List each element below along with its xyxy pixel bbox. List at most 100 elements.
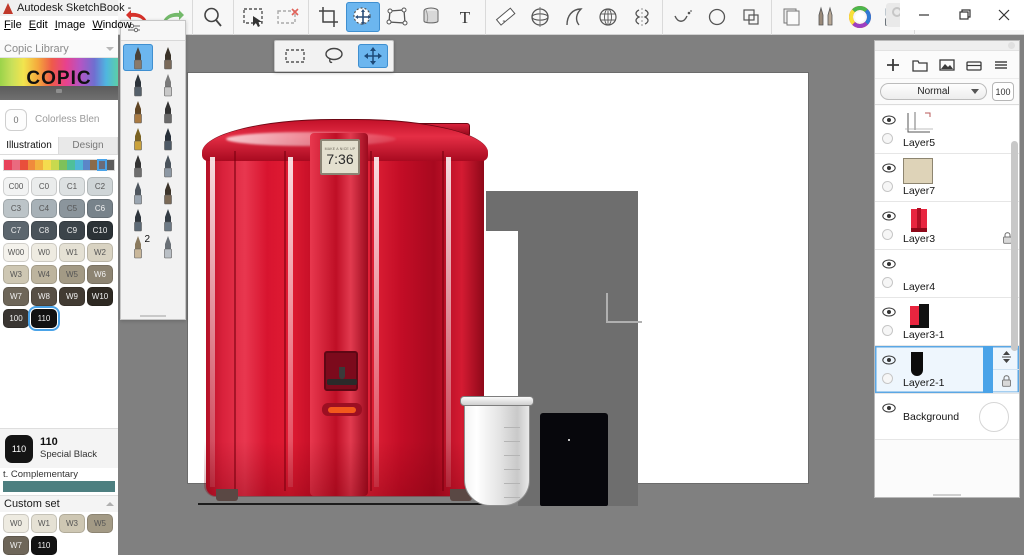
layer-select-radio[interactable] bbox=[882, 325, 893, 336]
custom-swatch-110[interactable]: 110 bbox=[31, 536, 57, 555]
perspective-grid-icon[interactable] bbox=[591, 2, 625, 32]
copic-swatch-c4[interactable]: C4 bbox=[31, 199, 57, 218]
layer-select-radio[interactable] bbox=[882, 229, 893, 240]
colorless-blender-chip[interactable]: 0 bbox=[5, 108, 27, 131]
layer-row-layer7[interactable]: Layer7 bbox=[875, 154, 1019, 202]
maximize-button[interactable] bbox=[944, 0, 984, 30]
tab-design[interactable]: Design bbox=[59, 137, 118, 154]
copic-swatch-c3[interactable]: C3 bbox=[3, 199, 29, 218]
layer-visibility-icon[interactable] bbox=[882, 304, 896, 317]
blend-mode-select[interactable]: Normal bbox=[880, 83, 987, 100]
copic-swatch-110[interactable]: 110 bbox=[28, 306, 60, 331]
layer-select-radio[interactable] bbox=[882, 181, 893, 192]
layer-row-layer4[interactable]: Layer4 bbox=[875, 250, 1019, 298]
spectrum-cell-2[interactable] bbox=[19, 160, 28, 170]
layer-thumbnail-wrap[interactable] bbox=[903, 110, 935, 138]
crop-tool-icon[interactable] bbox=[312, 2, 346, 32]
brush-hard-eraser-brush[interactable] bbox=[123, 152, 153, 179]
copic-swatch-w4[interactable]: W4 bbox=[31, 265, 57, 284]
copic-swatch-w6[interactable]: W6 bbox=[87, 265, 113, 284]
opacity-value[interactable]: 100 bbox=[992, 82, 1014, 101]
artwork-canvas[interactable]: MAKE A NICE UP 7:36 bbox=[188, 73, 808, 506]
copic-swatch-c7[interactable]: C7 bbox=[3, 221, 29, 240]
brush-flat-paint-brush[interactable] bbox=[123, 125, 153, 152]
ellipse-shape-icon[interactable] bbox=[700, 2, 734, 32]
brush-palette-icon[interactable] bbox=[809, 2, 843, 32]
symmetry-icon[interactable] bbox=[625, 2, 659, 32]
close-button[interactable] bbox=[984, 0, 1024, 30]
lasso-select-icon[interactable] bbox=[319, 44, 349, 68]
copic-swatch-w00[interactable]: W00 bbox=[3, 243, 29, 262]
layers-panel-collapse-icon[interactable] bbox=[1008, 42, 1015, 49]
brush-fan-brush[interactable] bbox=[153, 98, 183, 125]
copic-swatch-w5[interactable]: W5 bbox=[59, 265, 85, 284]
layer-thumbnail-wrap[interactable] bbox=[903, 254, 935, 282]
copic-swatch-w9[interactable]: W9 bbox=[59, 287, 85, 306]
brush-pencil-brush[interactable] bbox=[123, 44, 153, 71]
spectrum-cell-0[interactable] bbox=[4, 160, 12, 170]
layer-visibility-icon[interactable] bbox=[882, 256, 896, 269]
layer-visibility-icon[interactable] bbox=[882, 160, 896, 173]
copic-swatch-w2[interactable]: W2 bbox=[87, 243, 113, 262]
layer-thumbnail-wrap[interactable] bbox=[903, 158, 935, 186]
spectrum-cell-7[interactable] bbox=[59, 160, 67, 170]
brush-smudge-brush[interactable] bbox=[123, 206, 153, 233]
copic-swatch-c1[interactable]: C1 bbox=[59, 177, 85, 196]
spectrum-cell-13[interactable] bbox=[106, 160, 115, 170]
curve-stroke-icon[interactable] bbox=[666, 2, 700, 32]
rectangle-shape-icon[interactable] bbox=[734, 2, 768, 32]
layer-visibility-icon[interactable] bbox=[882, 208, 896, 221]
chevron-up-icon[interactable] bbox=[106, 502, 114, 506]
copic-swatch-c6[interactable]: C6 bbox=[87, 199, 113, 218]
layer-row-layer3-1[interactable]: Layer3-1 bbox=[875, 298, 1019, 346]
copic-swatch-c9[interactable]: C9 bbox=[59, 221, 85, 240]
spectrum-cell-8[interactable] bbox=[66, 160, 75, 170]
import-image-icon[interactable] bbox=[936, 55, 958, 75]
copic-swatch-100[interactable]: 100 bbox=[3, 309, 29, 328]
spectrum-cell-12[interactable] bbox=[97, 159, 108, 171]
scanner-icon[interactable] bbox=[963, 55, 985, 75]
layer-visibility-icon[interactable] bbox=[882, 400, 896, 413]
brush-airbrush-cone[interactable] bbox=[123, 179, 153, 206]
menu-image[interactable]: Image bbox=[55, 19, 86, 31]
brush-blend-brush[interactable] bbox=[153, 206, 183, 233]
copic-swatch-c00[interactable]: C00 bbox=[3, 177, 29, 196]
copic-banner-grip[interactable] bbox=[56, 89, 62, 93]
copic-swatch-w0[interactable]: W0 bbox=[31, 243, 57, 262]
menu-window[interactable]: Window bbox=[92, 19, 131, 31]
brush-chisel-marker-brush[interactable] bbox=[123, 98, 153, 125]
brush-stamp-brush[interactable] bbox=[153, 125, 183, 152]
spectrum-cell-10[interactable] bbox=[82, 160, 91, 170]
colorless-blender-row[interactable]: 0 Colorless Blen bbox=[0, 103, 118, 136]
menu-edit[interactable]: Edit bbox=[29, 19, 48, 31]
layers-panel-resize-grip[interactable] bbox=[933, 494, 961, 496]
layer-visibility-icon[interactable] bbox=[882, 352, 896, 365]
custom-swatch-w0[interactable]: W0 bbox=[3, 514, 29, 533]
transform-tool-icon[interactable] bbox=[346, 2, 380, 32]
brush-copic-marker-brush[interactable] bbox=[153, 152, 183, 179]
complementary-color-bar[interactable] bbox=[3, 481, 115, 492]
minimize-button[interactable] bbox=[904, 0, 944, 30]
move-transform-icon[interactable] bbox=[358, 44, 389, 68]
zoom-magnifier-icon[interactable] bbox=[196, 2, 230, 32]
copic-library-header[interactable]: Copic Library bbox=[0, 40, 118, 58]
layer-row-background[interactable]: Background bbox=[875, 394, 1019, 440]
add-layer-icon[interactable] bbox=[882, 55, 904, 75]
layer-row-layer5[interactable]: Layer5 bbox=[875, 106, 1019, 154]
ruler-icon[interactable] bbox=[489, 2, 523, 32]
text-tool-icon[interactable]: T bbox=[448, 2, 482, 32]
copic-swatch-c8[interactable]: C8 bbox=[31, 221, 57, 240]
brush-gradient-eraser-brush[interactable] bbox=[153, 71, 183, 98]
rectangle-select-icon[interactable] bbox=[280, 44, 310, 68]
color-family-spectrum[interactable] bbox=[3, 159, 115, 171]
custom-swatch-w3[interactable]: W3 bbox=[59, 514, 85, 533]
spectrum-cell-5[interactable] bbox=[43, 160, 52, 170]
copic-swatch-w3[interactable]: W3 bbox=[3, 265, 29, 284]
copic-swatch-w8[interactable]: W8 bbox=[31, 287, 57, 306]
french-curve-icon[interactable] bbox=[557, 2, 591, 32]
duplicate-layer-icon[interactable] bbox=[909, 55, 931, 75]
copic-swatch-w7[interactable]: W7 bbox=[3, 287, 29, 306]
deselect-tool-icon[interactable] bbox=[271, 2, 305, 32]
layer-thumbnail-wrap[interactable] bbox=[903, 350, 935, 378]
brush-gradient-marker-brush[interactable] bbox=[153, 233, 183, 260]
